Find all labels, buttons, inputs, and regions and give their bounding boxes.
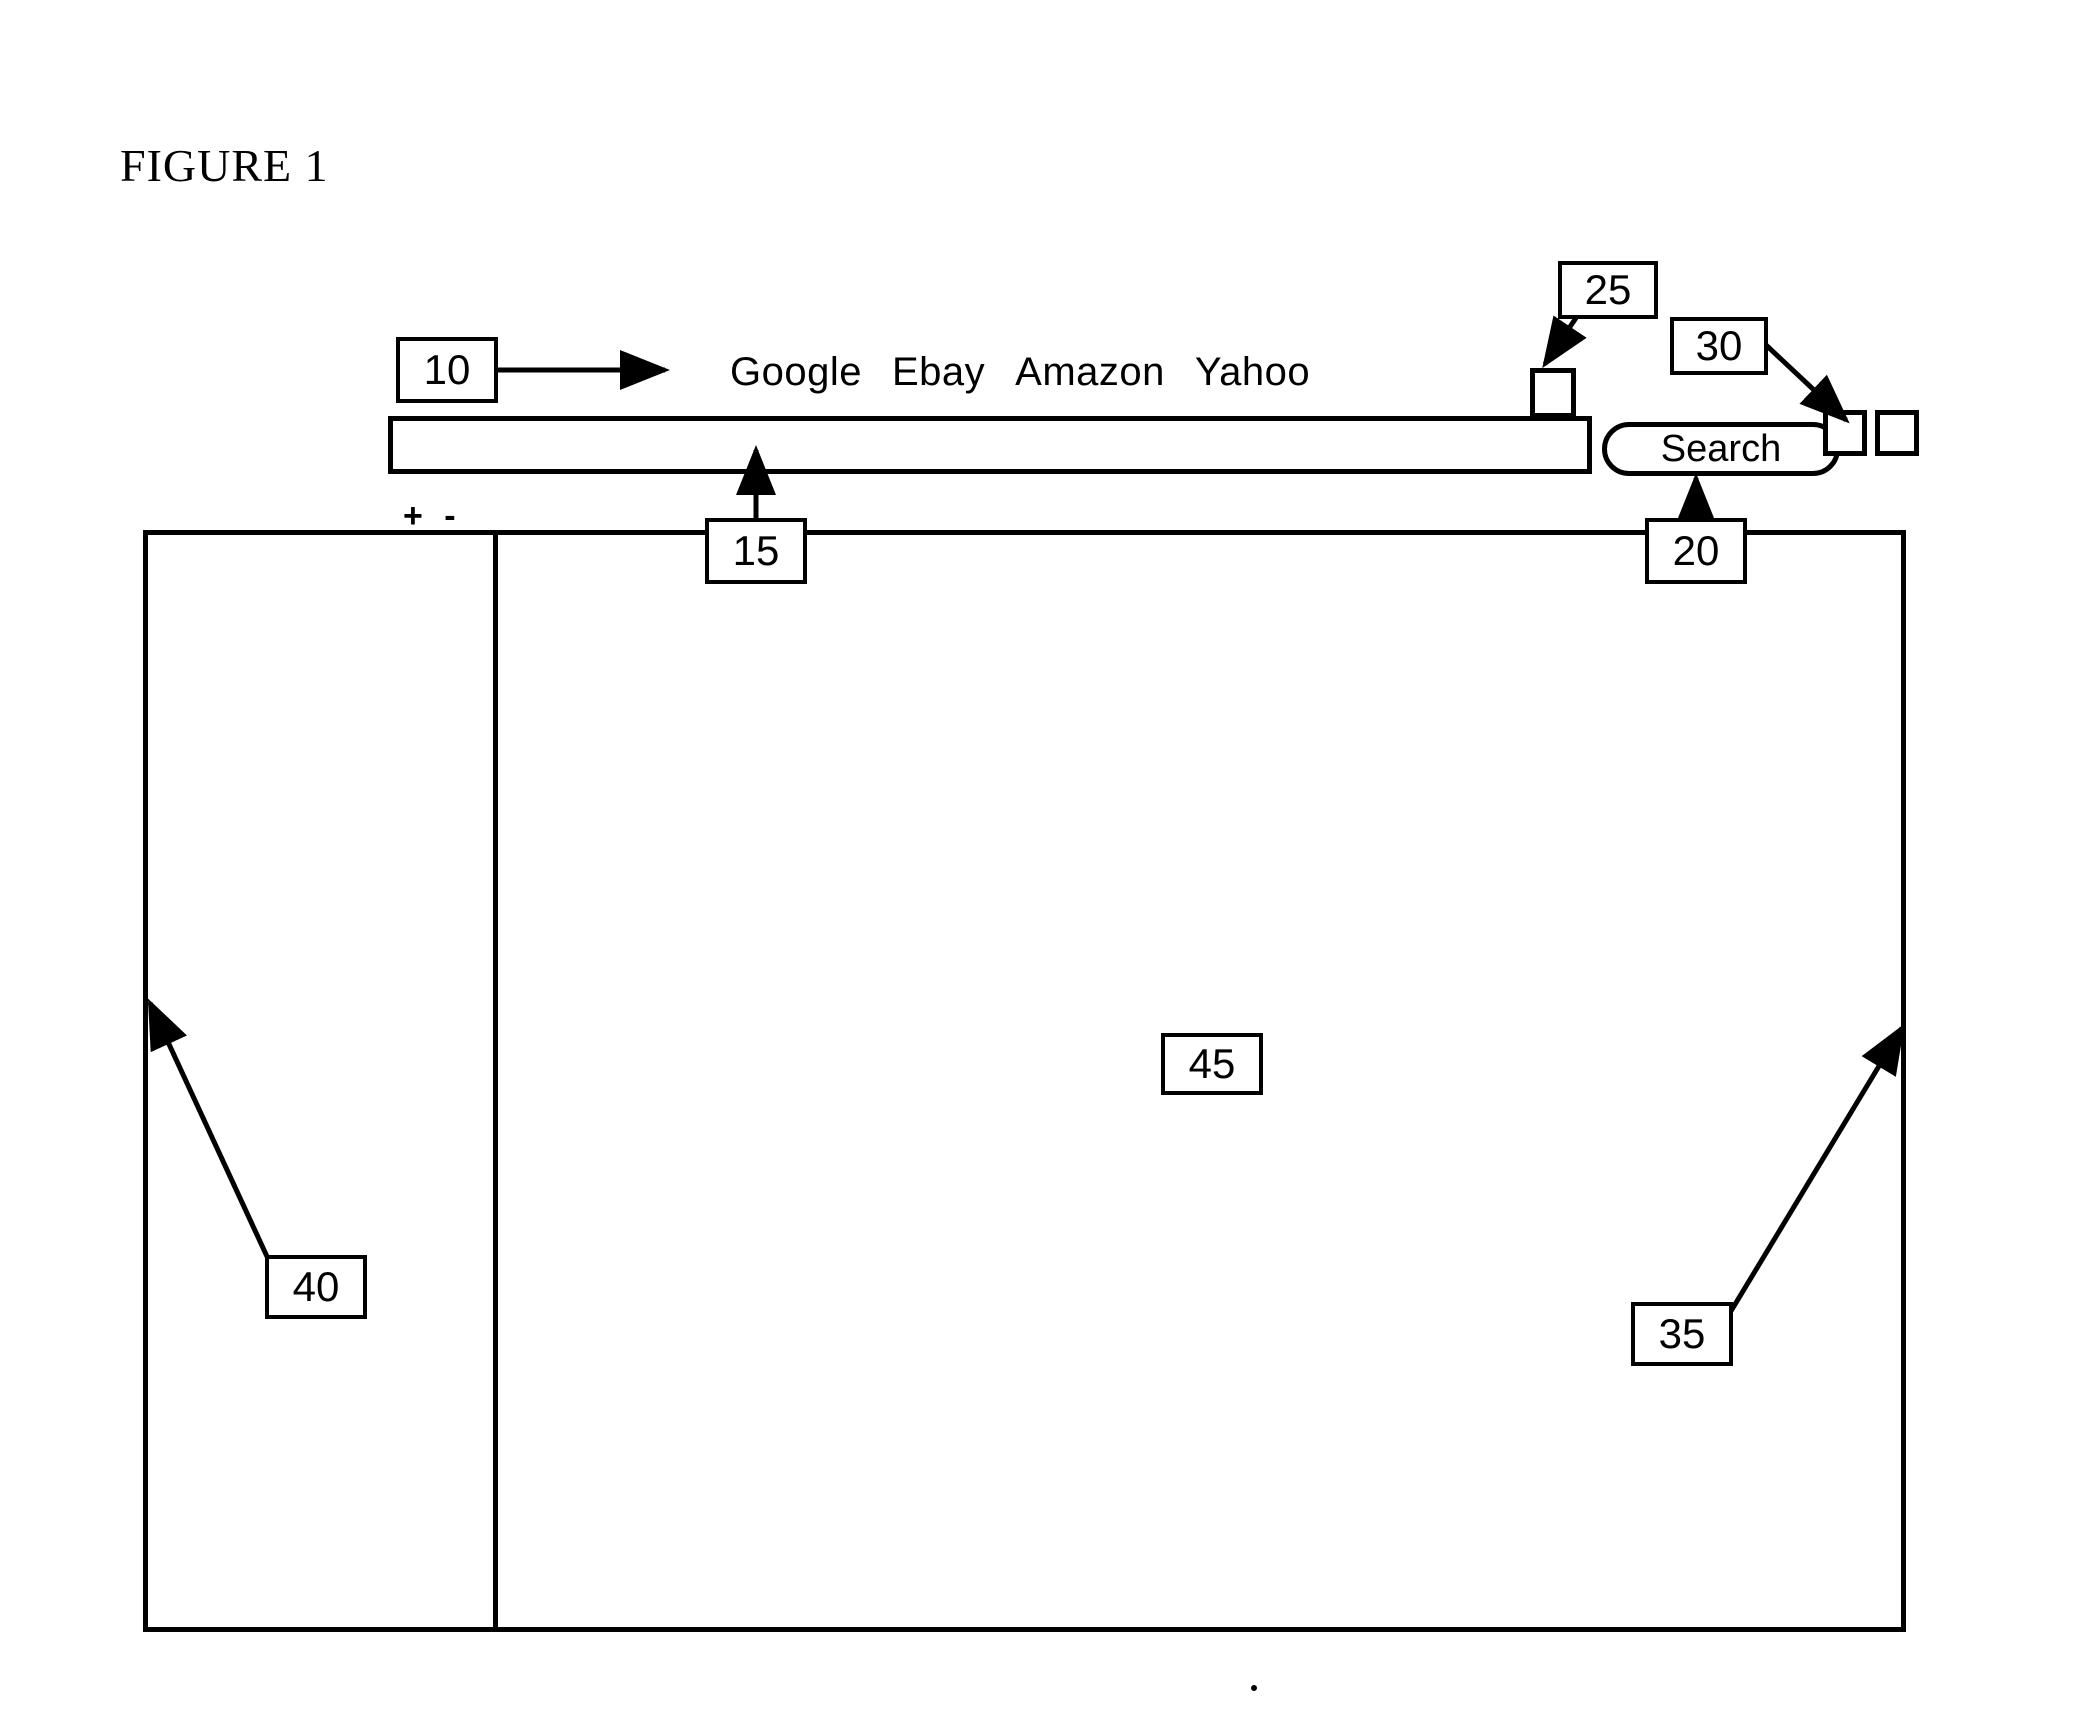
browser-nav-links: Google Ebay Amazon Yahoo <box>730 350 1310 395</box>
callout-box-25: 25 <box>1558 261 1658 319</box>
extension-icon-b[interactable] <box>1875 410 1919 456</box>
callout-box-35: 35 <box>1631 1302 1733 1366</box>
nav-link-yahoo[interactable]: Yahoo <box>1195 350 1310 395</box>
nav-link-amazon[interactable]: Amazon <box>1015 350 1165 395</box>
nav-link-ebay[interactable]: Ebay <box>892 350 985 395</box>
callout-box-20: 20 <box>1645 518 1747 584</box>
toolbar-icon-25[interactable] <box>1530 368 1576 418</box>
extension-icon-a[interactable] <box>1823 410 1867 456</box>
search-input[interactable] <box>388 416 1592 474</box>
search-button[interactable]: Search <box>1602 422 1840 476</box>
leader-line-30 <box>1764 343 1850 424</box>
content-panel-divider <box>493 530 498 1632</box>
page-title: FIGURE 1 <box>120 140 329 191</box>
zoom-controls[interactable]: + - <box>403 497 462 536</box>
nav-link-google[interactable]: Google <box>730 350 862 395</box>
callout-box-40: 40 <box>265 1255 367 1319</box>
callout-box-15: 15 <box>705 518 807 584</box>
callout-box-10: 10 <box>396 337 498 403</box>
page-mark <box>1251 1685 1257 1691</box>
content-frame <box>143 530 1906 1632</box>
figure-canvas: FIGURE 1 Google Ebay Amazon Yahoo Search + … <box>0 0 2082 1716</box>
callout-box-30: 30 <box>1670 317 1768 375</box>
callout-box-45: 45 <box>1161 1033 1263 1095</box>
